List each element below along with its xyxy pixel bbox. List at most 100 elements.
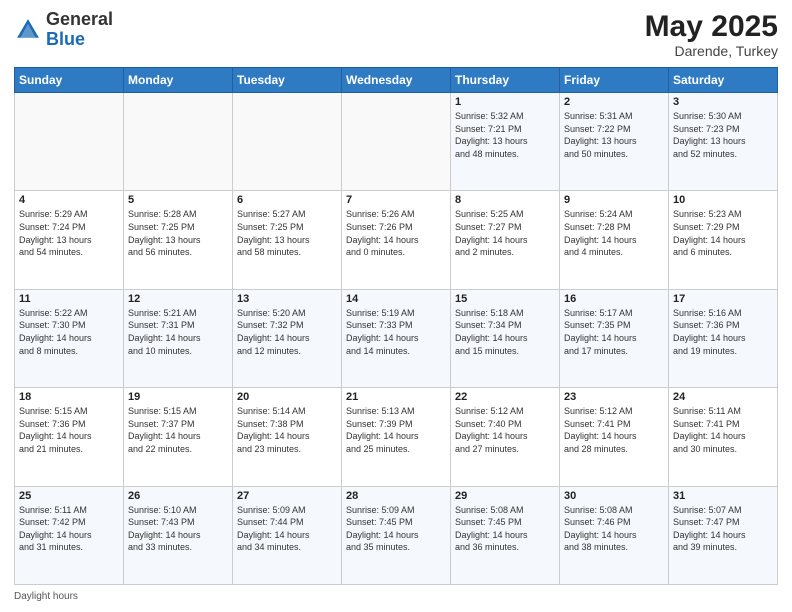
logo-icon bbox=[14, 16, 42, 44]
day-info: Sunrise: 5:09 AMSunset: 7:44 PMDaylight:… bbox=[237, 504, 337, 554]
day-number: 26 bbox=[128, 490, 228, 502]
day-number: 14 bbox=[346, 293, 446, 305]
day-of-week-header: Sunday bbox=[15, 68, 124, 93]
calendar-cell: 11 Sunrise: 5:22 AMSunset: 7:30 PMDayligh… bbox=[15, 289, 124, 387]
logo: General Blue bbox=[14, 10, 113, 50]
day-info: Sunrise: 5:12 AMSunset: 7:41 PMDaylight:… bbox=[564, 405, 664, 455]
calendar-cell: 19Sunrise: 5:15 AMSunset: 7:37 PMDayligh… bbox=[124, 388, 233, 486]
calendar-week-row: 25 Sunrise: 5:11 AMSunset: 7:42 PMDayligh… bbox=[15, 486, 778, 584]
day-info: Sunrise: 5:22 AMSunset: 7:30 PMDaylight:… bbox=[19, 307, 119, 357]
day-number: 12 bbox=[128, 293, 228, 305]
day-info: Sunrise: 5:07 AMSunset: 7:47 PMDaylight:… bbox=[673, 504, 773, 554]
calendar-cell: 30Sunrise: 5:08 AMSunset: 7:46 PMDayligh… bbox=[560, 486, 669, 584]
day-info: Sunrise: 5:17 AMSunset: 7:35 PMDaylight:… bbox=[564, 307, 664, 357]
day-number: 27 bbox=[237, 490, 337, 502]
day-info: Sunrise: 5:15 AMSunset: 7:36 PMDaylight:… bbox=[19, 405, 119, 455]
calendar-cell: 10 Sunrise: 5:23 AMSunset: 7:29 PMDayligh… bbox=[669, 191, 778, 289]
calendar-cell: 18 Sunrise: 5:15 AMSunset: 7:36 PMDayligh… bbox=[15, 388, 124, 486]
calendar-week-row: 11 Sunrise: 5:22 AMSunset: 7:30 PMDayligh… bbox=[15, 289, 778, 387]
day-number: 21 bbox=[346, 391, 446, 403]
day-info: Sunrise: 5:18 AMSunset: 7:34 PMDaylight:… bbox=[455, 307, 555, 357]
day-info: Sunrise: 5:14 AMSunset: 7:38 PMDaylight:… bbox=[237, 405, 337, 455]
logo-text: General Blue bbox=[46, 10, 113, 50]
calendar-location: Darende, Turkey bbox=[645, 43, 778, 59]
day-of-week-header: Thursday bbox=[451, 68, 560, 93]
calendar-cell: 28 Sunrise: 5:09 AMSunset: 7:45 PMDayligh… bbox=[342, 486, 451, 584]
day-info: Sunrise: 5:21 AMSunset: 7:31 PMDaylight:… bbox=[128, 307, 228, 357]
day-of-week-header: Tuesday bbox=[233, 68, 342, 93]
day-info: Sunrise: 5:19 AMSunset: 7:33 PMDaylight:… bbox=[346, 307, 446, 357]
day-info: Sunrise: 5:23 AMSunset: 7:29 PMDaylight:… bbox=[673, 208, 773, 258]
day-number: 4 bbox=[19, 194, 119, 206]
calendar-cell: 13Sunrise: 5:20 AMSunset: 7:32 PMDayligh… bbox=[233, 289, 342, 387]
footer: Daylight hours bbox=[14, 591, 778, 602]
day-info: Sunrise: 5:13 AMSunset: 7:39 PMDaylight:… bbox=[346, 405, 446, 455]
day-info: Sunrise: 5:08 AMSunset: 7:45 PMDaylight:… bbox=[455, 504, 555, 554]
day-number: 28 bbox=[346, 490, 446, 502]
calendar-cell: 29 Sunrise: 5:08 AMSunset: 7:45 PMDayligh… bbox=[451, 486, 560, 584]
calendar-title: May 2025 bbox=[645, 10, 778, 43]
day-number: 16 bbox=[564, 293, 664, 305]
calendar-cell: 27 Sunrise: 5:09 AMSunset: 7:44 PMDayligh… bbox=[233, 486, 342, 584]
day-info: Sunrise: 5:28 AMSunset: 7:25 PMDaylight:… bbox=[128, 208, 228, 258]
calendar-cell: 17Sunrise: 5:16 AMSunset: 7:36 PMDayligh… bbox=[669, 289, 778, 387]
calendar-cell: 20 Sunrise: 5:14 AMSunset: 7:38 PMDayligh… bbox=[233, 388, 342, 486]
logo-blue-text: Blue bbox=[46, 29, 85, 49]
calendar-cell: 4 Sunrise: 5:29 AMSunset: 7:24 PMDaylight… bbox=[15, 191, 124, 289]
day-number: 18 bbox=[19, 391, 119, 403]
day-number: 25 bbox=[19, 490, 119, 502]
day-number: 13 bbox=[237, 293, 337, 305]
calendar-week-row: 4 Sunrise: 5:29 AMSunset: 7:24 PMDaylight… bbox=[15, 191, 778, 289]
day-number: 23 bbox=[564, 391, 664, 403]
calendar-header-row: SundayMondayTuesdayWednesdayThursdayFrid… bbox=[15, 68, 778, 93]
day-number: 10 bbox=[673, 194, 773, 206]
calendar-cell bbox=[124, 93, 233, 191]
day-info: Sunrise: 5:11 AMSunset: 7:42 PMDaylight:… bbox=[19, 504, 119, 554]
day-number: 15 bbox=[455, 293, 555, 305]
day-info: Sunrise: 5:09 AMSunset: 7:45 PMDaylight:… bbox=[346, 504, 446, 554]
day-info: Sunrise: 5:32 AMSunset: 7:21 PMDaylight:… bbox=[455, 110, 555, 160]
calendar-cell: 12 Sunrise: 5:21 AMSunset: 7:31 PMDayligh… bbox=[124, 289, 233, 387]
calendar-cell: 31 Sunrise: 5:07 AMSunset: 7:47 PMDayligh… bbox=[669, 486, 778, 584]
day-number: 3 bbox=[673, 96, 773, 108]
day-info: Sunrise: 5:10 AMSunset: 7:43 PMDaylight:… bbox=[128, 504, 228, 554]
calendar-cell: 22 Sunrise: 5:12 AMSunset: 7:40 PMDayligh… bbox=[451, 388, 560, 486]
day-info: Sunrise: 5:29 AMSunset: 7:24 PMDaylight:… bbox=[19, 208, 119, 258]
day-number: 6 bbox=[237, 194, 337, 206]
daylight-hours-label: Daylight hours bbox=[14, 591, 78, 602]
calendar-cell: 14 Sunrise: 5:19 AMSunset: 7:33 PMDayligh… bbox=[342, 289, 451, 387]
title-block: May 2025 Darende, Turkey bbox=[645, 10, 778, 59]
day-number: 2 bbox=[564, 96, 664, 108]
day-number: 24 bbox=[673, 391, 773, 403]
day-info: Sunrise: 5:12 AMSunset: 7:40 PMDaylight:… bbox=[455, 405, 555, 455]
day-number: 22 bbox=[455, 391, 555, 403]
day-info: Sunrise: 5:30 AMSunset: 7:23 PMDaylight:… bbox=[673, 110, 773, 160]
day-info: Sunrise: 5:31 AMSunset: 7:22 PMDaylight:… bbox=[564, 110, 664, 160]
day-number: 1 bbox=[455, 96, 555, 108]
header: General Blue May 2025 Darende, Turkey bbox=[14, 10, 778, 59]
calendar-cell: 8Sunrise: 5:25 AMSunset: 7:27 PMDaylight… bbox=[451, 191, 560, 289]
calendar-cell: 16 Sunrise: 5:17 AMSunset: 7:35 PMDayligh… bbox=[560, 289, 669, 387]
calendar-cell bbox=[233, 93, 342, 191]
calendar-cell: 23 Sunrise: 5:12 AMSunset: 7:41 PMDayligh… bbox=[560, 388, 669, 486]
calendar-week-row: 1 Sunrise: 5:32 AMSunset: 7:21 PMDaylight… bbox=[15, 93, 778, 191]
calendar-cell bbox=[342, 93, 451, 191]
day-info: Sunrise: 5:16 AMSunset: 7:36 PMDaylight:… bbox=[673, 307, 773, 357]
day-number: 31 bbox=[673, 490, 773, 502]
calendar-cell bbox=[15, 93, 124, 191]
calendar-cell: 21 Sunrise: 5:13 AMSunset: 7:39 PMDayligh… bbox=[342, 388, 451, 486]
day-of-week-header: Friday bbox=[560, 68, 669, 93]
day-number: 5 bbox=[128, 194, 228, 206]
day-info: Sunrise: 5:24 AMSunset: 7:28 PMDaylight:… bbox=[564, 208, 664, 258]
calendar-week-row: 18 Sunrise: 5:15 AMSunset: 7:36 PMDayligh… bbox=[15, 388, 778, 486]
day-number: 11 bbox=[19, 293, 119, 305]
day-info: Sunrise: 5:26 AMSunset: 7:26 PMDaylight:… bbox=[346, 208, 446, 258]
page: General Blue May 2025 Darende, Turkey Su… bbox=[0, 0, 792, 612]
day-info: Sunrise: 5:27 AMSunset: 7:25 PMDaylight:… bbox=[237, 208, 337, 258]
day-number: 19 bbox=[128, 391, 228, 403]
day-number: 8 bbox=[455, 194, 555, 206]
day-info: Sunrise: 5:11 AMSunset: 7:41 PMDaylight:… bbox=[673, 405, 773, 455]
calendar-cell: 5 Sunrise: 5:28 AMSunset: 7:25 PMDaylight… bbox=[124, 191, 233, 289]
day-number: 20 bbox=[237, 391, 337, 403]
day-number: 29 bbox=[455, 490, 555, 502]
